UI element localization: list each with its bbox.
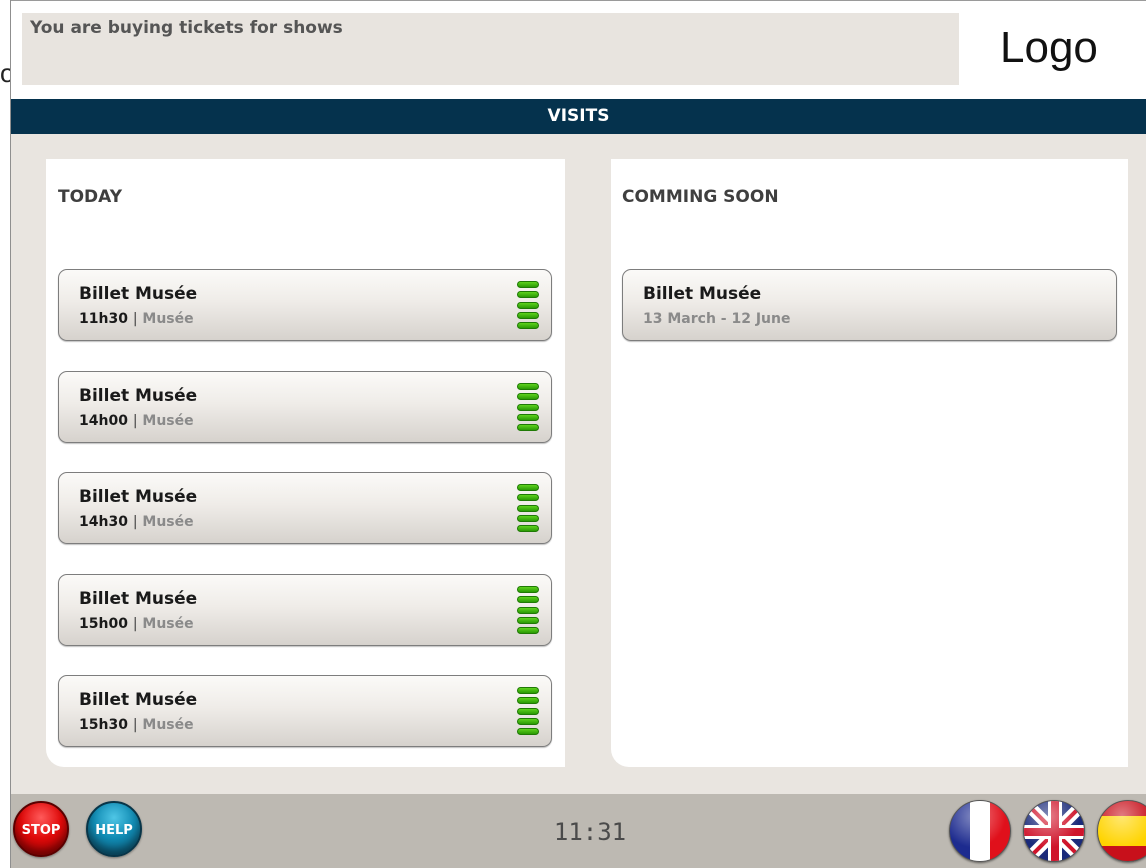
- separator: |: [132, 717, 138, 733]
- clipped-text: o: [0, 58, 10, 88]
- window-top-border: [10, 0, 1146, 1]
- ticket-button[interactable]: Billet Musée 14h00 | Musée: [58, 371, 552, 443]
- ticket-place: Musée: [142, 514, 194, 530]
- coming-soon-panel: COMMING SOON Billet Musée 13 March - 12 …: [611, 159, 1128, 767]
- availability-gauge-icon: [517, 484, 539, 532]
- ticket-time: 14h30: [79, 514, 128, 530]
- ticket-place: Musée: [142, 616, 194, 632]
- today-panel: TODAY Billet Musée 11h30 | Musée Billet …: [46, 159, 565, 767]
- logo: Logo: [1000, 23, 1098, 72]
- availability-gauge-icon: [517, 586, 539, 634]
- uk-flag-icon[interactable]: [1023, 800, 1085, 862]
- today-title: TODAY: [58, 187, 122, 207]
- ticket-name: Billet Musée: [643, 284, 762, 304]
- section-title-bar: VISITS: [11, 99, 1146, 134]
- help-button[interactable]: HELP: [86, 801, 142, 857]
- ticket-time: 14h00: [79, 413, 128, 429]
- separator: |: [132, 413, 138, 429]
- ticket-name: Billet Musée: [79, 487, 198, 507]
- clock: 11:31: [553, 818, 627, 846]
- separator: |: [132, 311, 138, 327]
- french-flag-icon[interactable]: [949, 800, 1011, 862]
- ticket-time: 11h30: [79, 311, 128, 327]
- ticket-button[interactable]: Billet Musée 15h00 | Musée: [58, 574, 552, 646]
- ticket-name: Billet Musée: [79, 386, 198, 406]
- ticket-details: 11h30 | Musée: [79, 311, 194, 327]
- ticket-time: 15h30: [79, 717, 128, 733]
- availability-gauge-icon: [517, 383, 539, 431]
- ticket-place: Musée: [142, 413, 194, 429]
- ticket-name: Billet Musée: [79, 690, 198, 710]
- ticket-button[interactable]: Billet Musée 14h30 | Musée: [58, 472, 552, 544]
- ticket-button[interactable]: Billet Musée 11h30 | Musée: [58, 269, 552, 341]
- spain-flag-icon[interactable]: [1097, 800, 1146, 862]
- upcoming-ticket-button[interactable]: Billet Musée 13 March - 12 June: [622, 269, 1117, 341]
- ticket-details: 15h00 | Musée: [79, 616, 194, 632]
- coming-soon-title: COMMING SOON: [622, 187, 779, 207]
- separator: |: [132, 514, 138, 530]
- ticket-time: 15h00: [79, 616, 128, 632]
- ticket-dates: 13 March - 12 June: [643, 311, 791, 327]
- ticket-details: 14h00 | Musée: [79, 413, 194, 429]
- availability-gauge-icon: [517, 687, 539, 735]
- ticket-place: Musée: [142, 717, 194, 733]
- ticket-name: Billet Musée: [79, 589, 198, 609]
- header-message: You are buying tickets for shows: [22, 13, 959, 85]
- availability-gauge-icon: [517, 281, 539, 329]
- ticket-name: Billet Musée: [79, 284, 198, 304]
- ticket-place: Musée: [142, 311, 194, 327]
- ticket-details: 14h30 | Musée: [79, 514, 194, 530]
- stop-button[interactable]: STOP: [13, 801, 69, 857]
- ticket-button[interactable]: Billet Musée 15h30 | Musée: [58, 675, 552, 747]
- ticket-details: 15h30 | Musée: [79, 717, 194, 733]
- separator: |: [132, 616, 138, 632]
